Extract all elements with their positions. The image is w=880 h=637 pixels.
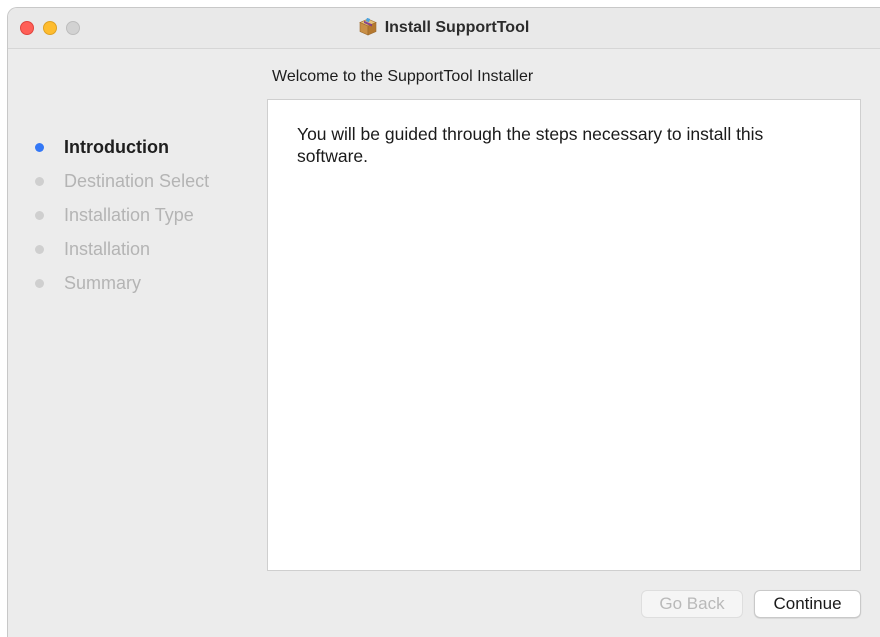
step-indicator-dot: [35, 278, 44, 288]
step-label: Destination Select: [64, 170, 210, 191]
step-label: Installation Type: [64, 204, 194, 225]
continue-button[interactable]: Continue: [754, 590, 861, 618]
steps-sidebar: Introduction Destination Select Installa…: [32, 130, 209, 300]
step-indicator-dot: [35, 142, 44, 152]
step-summary: Summary: [32, 266, 209, 300]
step-destination-select: Destination Select: [32, 164, 209, 198]
package-icon: [358, 17, 377, 36]
step-label: Installation: [64, 238, 151, 259]
intro-message: You will be guided through the steps nec…: [297, 124, 764, 166]
window-title: Install SupportTool: [384, 19, 530, 36]
step-label: Introduction: [64, 136, 169, 157]
go-back-button[interactable]: Go Back: [641, 590, 743, 618]
step-indicator-dot: [35, 176, 44, 186]
step-installation: Installation: [32, 232, 209, 266]
step-label: Summary: [64, 272, 142, 293]
step-installation-type: Installation Type: [32, 198, 209, 232]
page-heading: Welcome to the SupportTool Installer: [272, 68, 534, 85]
step-introduction: Introduction: [32, 130, 209, 164]
step-indicator-dot: [35, 244, 44, 254]
window-title-container: Install SupportTool: [8, 8, 880, 48]
content-panel: You will be guided through the steps nec…: [267, 99, 861, 571]
title-bar[interactable]: Install SupportTool: [8, 8, 880, 49]
installer-window: Install SupportTool Welcome to the Suppo…: [7, 7, 880, 637]
step-indicator-dot: [35, 210, 44, 220]
